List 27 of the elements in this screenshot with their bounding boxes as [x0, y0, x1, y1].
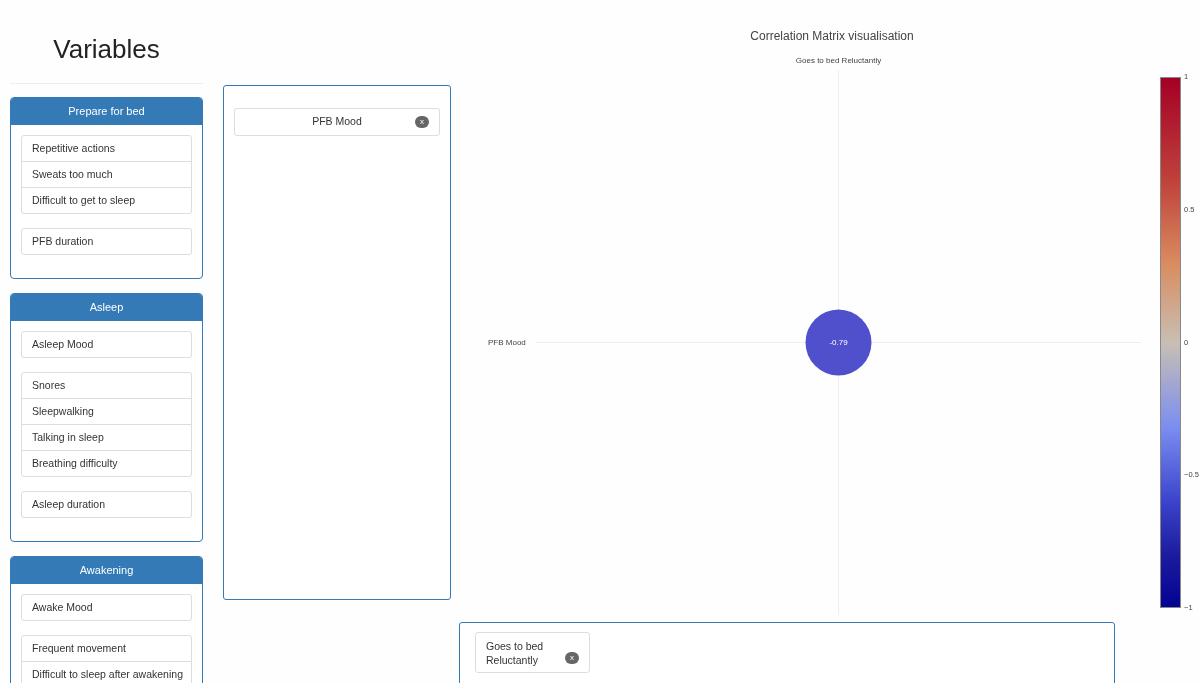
correlation-value: -0.79 [829, 336, 848, 349]
remove-button[interactable]: x [415, 116, 429, 128]
group-header: Asleep [11, 294, 202, 321]
chip-label: PFB Mood [312, 114, 362, 130]
variable-item[interactable]: Sweats too much [21, 161, 192, 188]
variable-item[interactable]: Repetitive actions [21, 135, 192, 162]
remove-button[interactable]: x [565, 651, 579, 664]
page-title: Variables [53, 33, 160, 66]
variable-item[interactable]: Frequent movement [21, 635, 192, 662]
variable-item[interactable]: Asleep Mood [21, 331, 192, 358]
variable-item[interactable]: Asleep duration [21, 491, 192, 518]
variable-chip[interactable]: Goes to bed Reluctantly x [475, 632, 590, 673]
variable-item[interactable]: Sleepwalking [21, 398, 192, 425]
row-label: PFB Mood [488, 336, 526, 349]
variable-item[interactable]: Difficult to sleep after awakening [21, 661, 192, 683]
variable-chip[interactable]: PFB Mood x [234, 108, 440, 136]
variable-item[interactable]: PFB duration [21, 228, 192, 255]
group-header: Prepare for bed [11, 98, 202, 125]
variable-item[interactable]: Difficult to get to sleep [21, 187, 192, 214]
column-label: Goes to bed Reluctantly [795, 55, 882, 67]
chart-title: Correlation Matrix visualisation [750, 28, 914, 45]
group-header: Awakening [11, 557, 202, 584]
variable-item[interactable]: Awake Mood [21, 594, 192, 621]
chip-label: Goes to bed Reluctantly [486, 638, 545, 667]
variable-item[interactable]: Snores [21, 372, 192, 399]
variable-item[interactable]: Breathing difficulty [21, 450, 192, 477]
variable-item[interactable]: Talking in sleep [21, 424, 192, 451]
